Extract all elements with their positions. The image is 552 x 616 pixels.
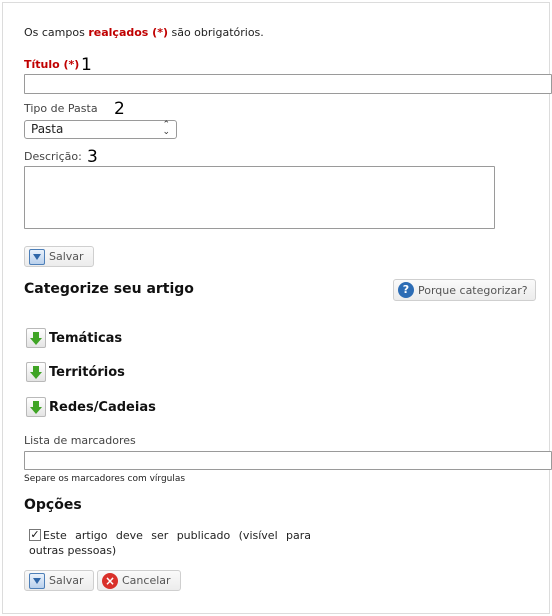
footer-save-button[interactable]: Salvar xyxy=(24,570,94,591)
cancel-icon: × xyxy=(102,572,118,589)
title-label: Título (*) xyxy=(24,58,80,71)
save-button[interactable]: Salvar xyxy=(24,246,94,267)
chevron-updown-icon: ⌃ ⌄ xyxy=(162,120,170,137)
category-label: Redes/Cadeias xyxy=(49,399,156,415)
expand-arrow-icon xyxy=(26,328,46,348)
expand-arrow-icon xyxy=(26,397,46,417)
folder-type-selected: Pasta xyxy=(31,122,64,136)
why-categorize-label: Porque categorizar? xyxy=(418,283,528,297)
tags-input[interactable] xyxy=(24,451,552,470)
why-categorize-button[interactable]: ? Porque categorizar? xyxy=(393,279,536,301)
description-textarea[interactable] xyxy=(24,166,495,229)
folder-type-marker: 2 xyxy=(114,99,125,119)
folder-type-label: Tipo de Pasta xyxy=(24,102,98,115)
tags-hint: Separe os marcadores com vírgulas xyxy=(24,474,186,484)
footer-save-label: Salvar xyxy=(49,574,84,587)
expand-arrow-icon xyxy=(26,362,46,382)
title-marker: 1 xyxy=(81,55,92,75)
save-icon xyxy=(29,248,45,265)
cancel-button[interactable]: × Cancelar xyxy=(97,570,181,591)
description-label: Descrição: xyxy=(24,150,82,163)
category-label: Territórios xyxy=(49,364,125,380)
description-marker: 3 xyxy=(87,147,98,167)
required-fields-note: Os campos realçados (*) são obrigatórios… xyxy=(24,26,264,39)
category-redes-cadeias[interactable]: Redes/Cadeias xyxy=(26,397,156,417)
cancel-label: Cancelar xyxy=(122,574,171,587)
category-territorios[interactable]: Territórios xyxy=(26,362,125,382)
folder-type-select[interactable]: Pasta ⌃ ⌄ xyxy=(24,120,177,139)
save-button-label: Salvar xyxy=(49,250,84,263)
title-input[interactable] xyxy=(24,74,552,94)
category-label: Temáticas xyxy=(49,330,123,346)
tags-label: Lista de marcadores xyxy=(24,434,136,447)
save-icon xyxy=(29,572,45,589)
publish-label: Este artigo deve ser publicado (visível … xyxy=(29,529,311,557)
options-heading: Opções xyxy=(24,497,82,513)
categorize-heading: Categorize seu artigo xyxy=(24,281,194,297)
category-tematicas[interactable]: Temáticas xyxy=(26,328,122,348)
help-icon: ? xyxy=(398,282,414,298)
